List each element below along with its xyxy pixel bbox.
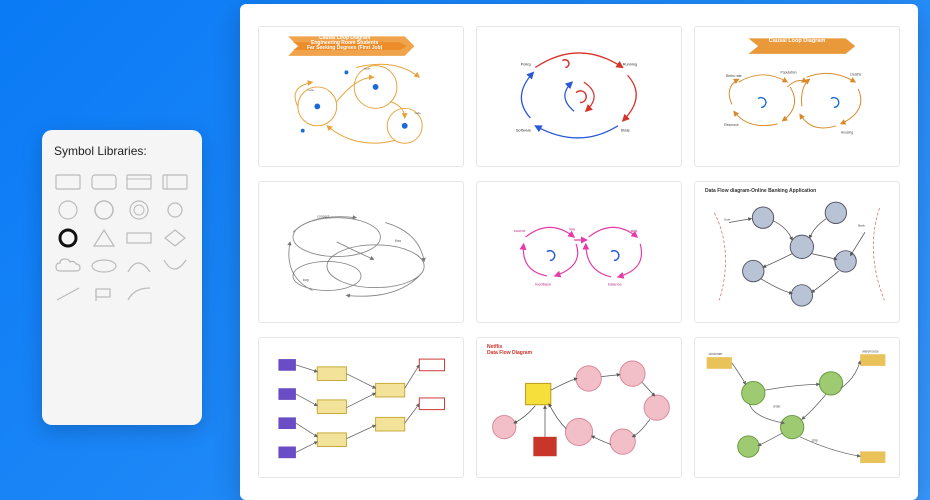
svg-text:Policy: Policy	[521, 62, 531, 67]
svg-text:customer: customer	[709, 352, 724, 356]
svg-text:concept: concept	[317, 215, 329, 219]
svg-text:Births rate: Births rate	[726, 74, 742, 78]
symbol-rect-header[interactable]	[125, 172, 153, 192]
symbol-ellipse[interactable]	[90, 256, 118, 276]
template-gallery: node node node Causal Loop Diagram Enginee…	[240, 4, 918, 500]
symbol-triangle[interactable]	[90, 228, 118, 248]
svg-text:Resource: Resource	[724, 123, 739, 127]
template-tile-dfd-purple[interactable]	[258, 337, 464, 478]
symbol-rect-thin[interactable]	[54, 172, 82, 192]
tile-title: NetflixData Flow Diagram	[487, 344, 532, 356]
svg-text:source: source	[514, 229, 526, 234]
template-tile-causal-loop-ribbon[interactable]: Births rate Population Deaths Resource Hous…	[694, 26, 900, 167]
symbol-circle-bold[interactable]	[54, 228, 82, 248]
svg-text:Population: Population	[780, 70, 796, 74]
svg-text:Bank: Bank	[858, 224, 865, 228]
svg-text:Running: Running	[623, 62, 637, 67]
symbol-rect-double[interactable]	[161, 172, 189, 192]
symbol-grid	[54, 172, 190, 304]
template-tile-causal-loop-redblue[interactable]: Policy Running Software State	[476, 26, 682, 167]
svg-text:warehouse: warehouse	[862, 349, 879, 353]
tile-title: Causal Loop Diagram	[769, 38, 826, 44]
symbol-cloud[interactable]	[54, 256, 82, 276]
template-tile-dfd-green[interactable]: customer warehouse order ship	[694, 337, 900, 478]
symbol-circle-small[interactable]	[161, 200, 189, 220]
svg-text:node: node	[414, 111, 421, 115]
svg-text:node: node	[364, 66, 371, 70]
template-tile-loop-magenta[interactable]: source link sink feedback balance	[476, 181, 682, 322]
svg-text:flow: flow	[395, 239, 402, 243]
symbol-flag[interactable]	[90, 284, 118, 304]
svg-text:sink: sink	[630, 229, 637, 234]
symbol-curve[interactable]	[125, 284, 153, 304]
svg-text:feedback: feedback	[535, 282, 551, 287]
svg-text:loop: loop	[303, 278, 310, 282]
symbol-blank	[161, 284, 189, 304]
template-tile-flow-sketch[interactable]: concept flow loop	[258, 181, 464, 322]
symbol-diamond[interactable]	[161, 228, 189, 248]
symbol-arc-left[interactable]	[161, 256, 189, 276]
symbol-circle-open[interactable]	[125, 200, 153, 220]
svg-text:Housing: Housing	[841, 131, 854, 135]
symbol-libraries-panel: Symbol Libraries:	[42, 130, 202, 425]
symbol-circle-med[interactable]	[90, 200, 118, 220]
svg-text:order: order	[773, 404, 782, 408]
svg-text:ship: ship	[812, 438, 818, 442]
template-tile-causal-loop-orange[interactable]: node node node Causal Loop Diagram Enginee…	[258, 26, 464, 167]
symbol-line[interactable]	[54, 284, 82, 304]
svg-text:User: User	[724, 218, 730, 222]
svg-text:node: node	[308, 88, 315, 92]
tile-title: Data Flow diagram-Online Banking Applica…	[705, 188, 816, 194]
svg-text:Software: Software	[516, 128, 531, 133]
svg-text:State: State	[621, 128, 630, 133]
svg-text:balance: balance	[608, 282, 622, 287]
svg-text:Deaths: Deaths	[850, 72, 861, 76]
symbol-rect-rounded[interactable]	[90, 172, 118, 192]
panel-title: Symbol Libraries:	[54, 144, 190, 158]
symbol-arc-right[interactable]	[125, 256, 153, 276]
symbol-circle-thin[interactable]	[54, 200, 82, 220]
template-tile-dfd-netflix[interactable]: NetflixData Flow Diagram	[476, 337, 682, 478]
symbol-rect-outline[interactable]	[125, 228, 153, 248]
tile-title: Causal Loop Diagram Engineering Room Stu…	[307, 36, 382, 51]
template-tile-dfd-online-banking[interactable]: User Bank Data Flow diagram-Online Bankin…	[694, 181, 900, 322]
svg-text:link: link	[569, 227, 575, 232]
